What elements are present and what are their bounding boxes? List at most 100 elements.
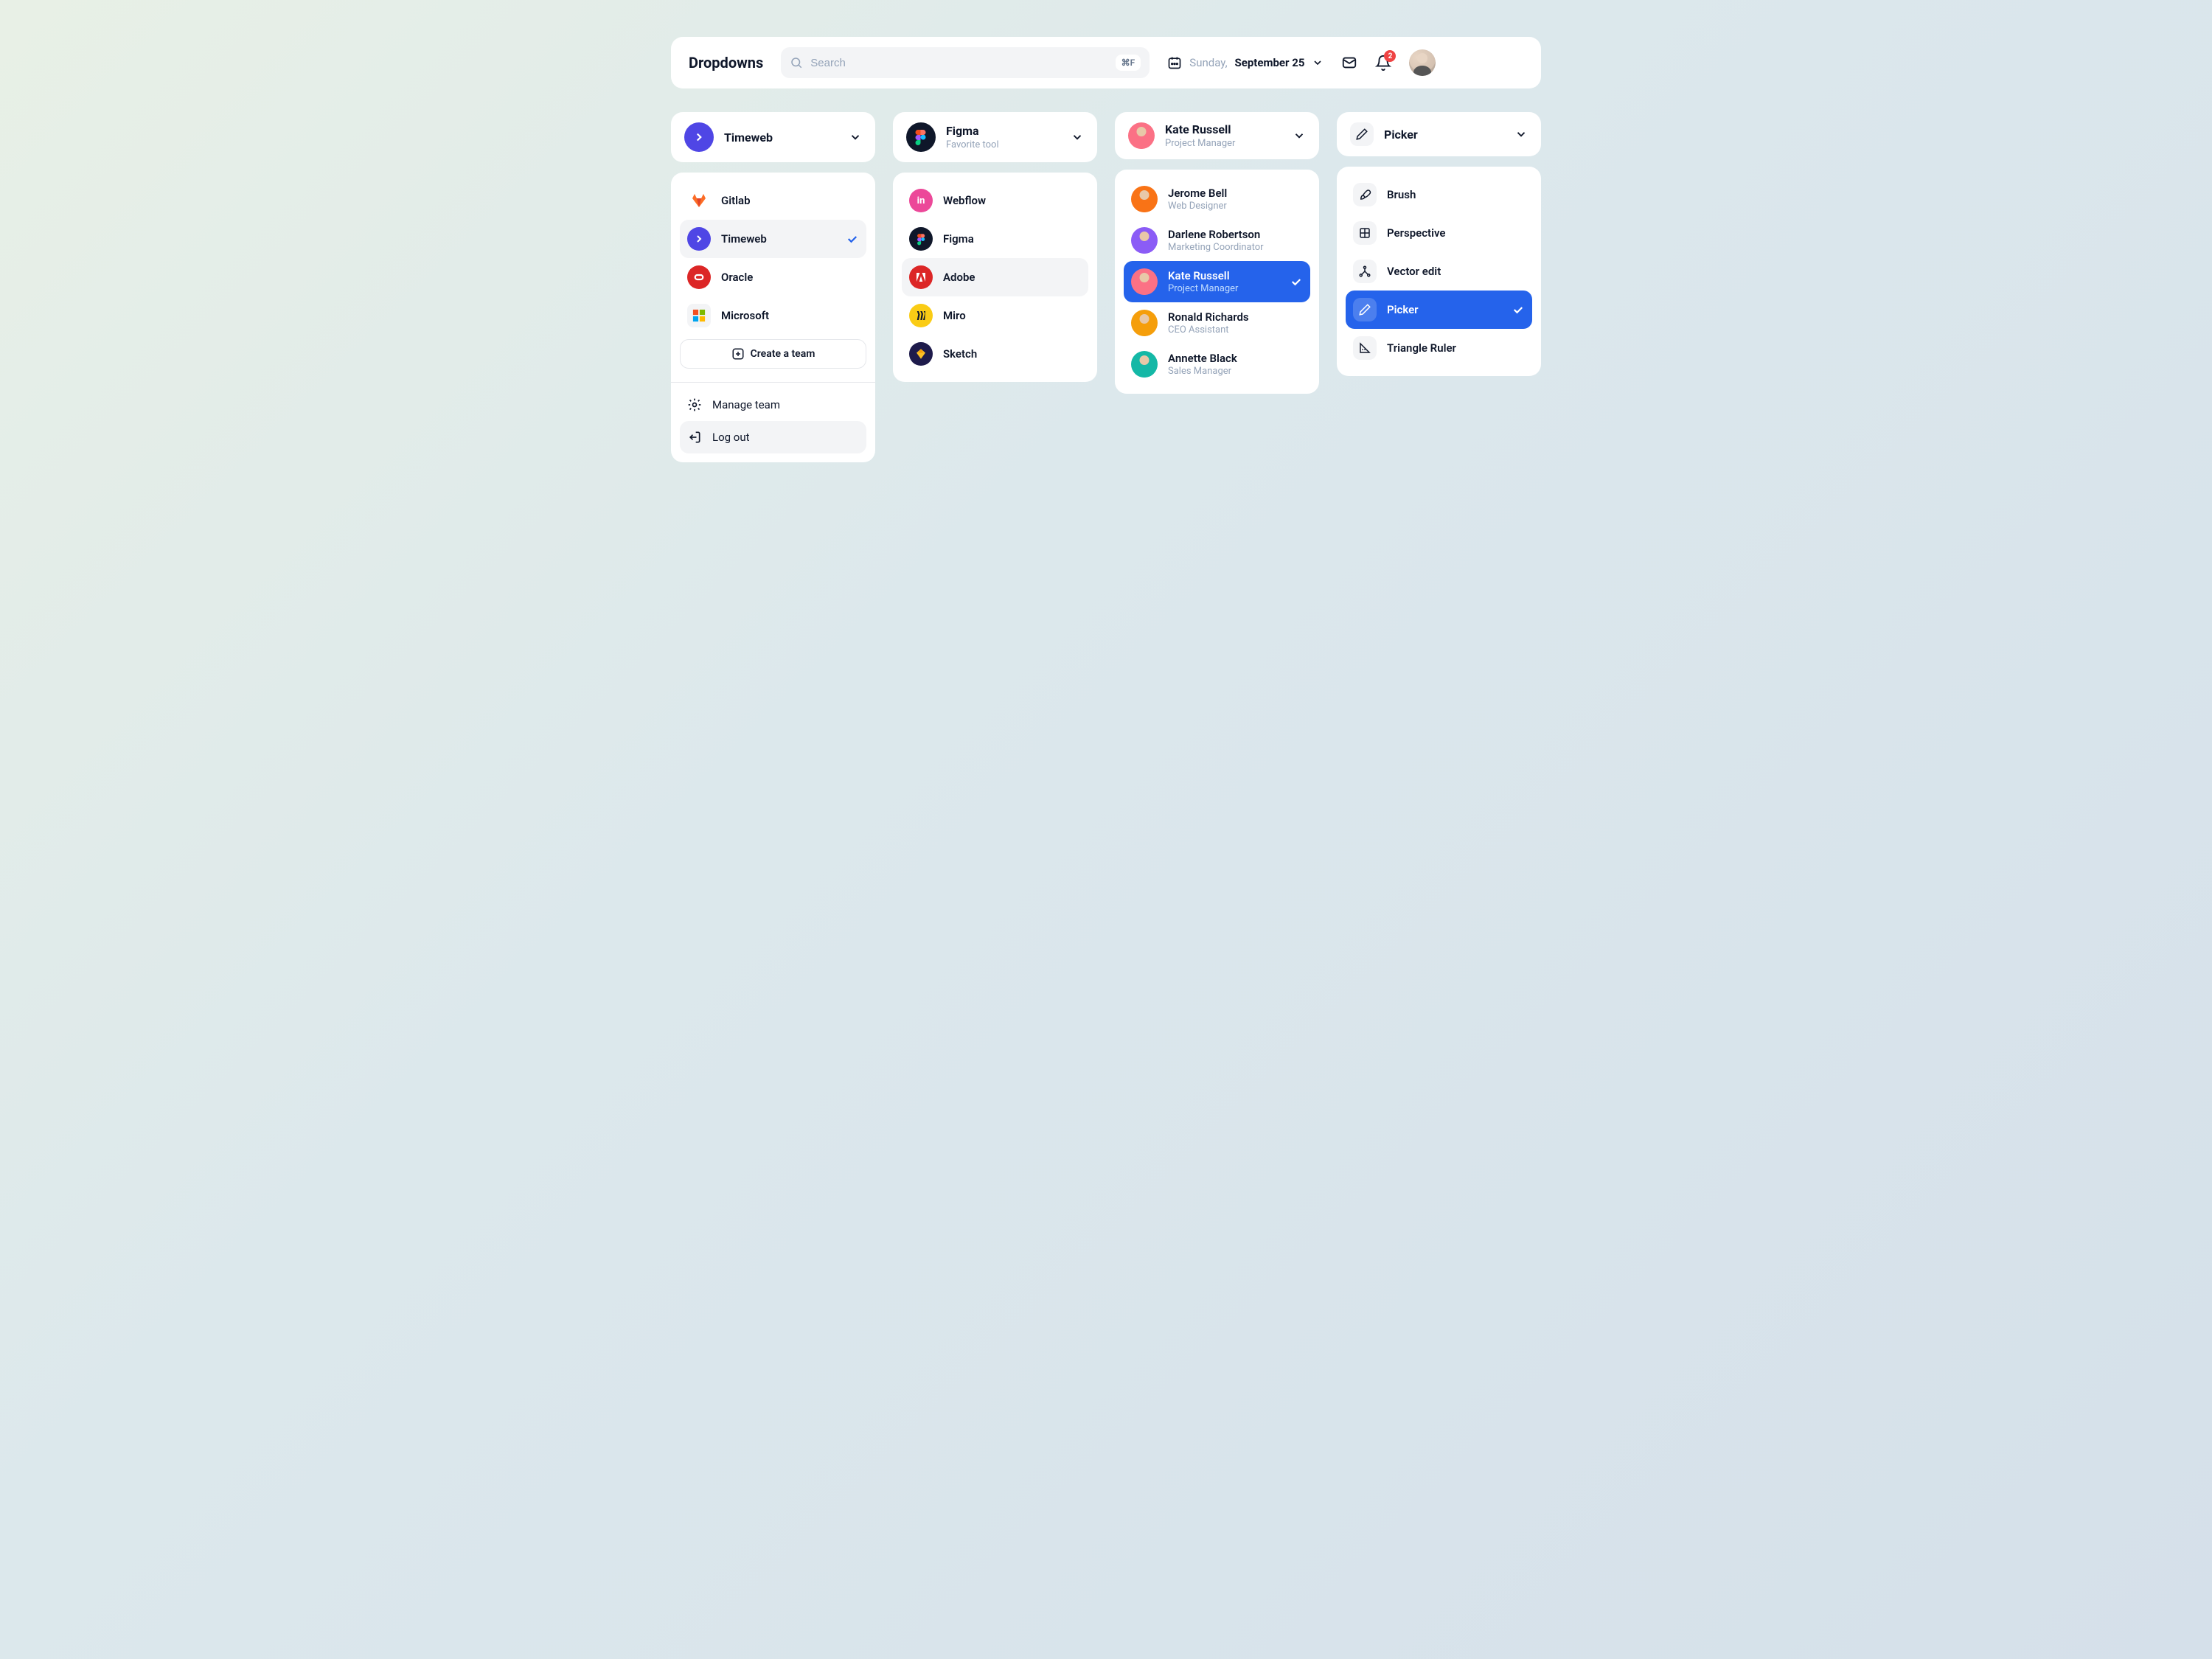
search-icon (790, 56, 803, 69)
timeweb-logo-icon (684, 122, 714, 152)
picker-item-triangle[interactable]: Triangle Ruler (1346, 329, 1532, 367)
check-icon (1512, 303, 1525, 316)
list-item-label: Microsoft (721, 309, 859, 322)
plus-icon (731, 347, 745, 361)
logout-label: Log out (712, 431, 750, 444)
person-name: Ronald Richards (1168, 310, 1303, 324)
search-shortcut: ⌘F (1116, 55, 1141, 71)
team-item-timeweb[interactable]: Timeweb (680, 220, 866, 258)
calendar-icon (1167, 55, 1182, 70)
list-item-label: Adobe (943, 271, 1081, 284)
team-trigger[interactable]: Timeweb (671, 112, 875, 162)
date-picker[interactable]: Sunday, September 25 (1167, 55, 1324, 70)
gitlab-logo-icon (687, 189, 711, 212)
oracle-logo-icon (687, 265, 711, 289)
person-role: Marketing Coordinator (1168, 242, 1303, 253)
person-item[interactable]: Ronald Richards CEO Assistant (1124, 302, 1310, 344)
person-trigger-sub: Project Manager (1165, 138, 1282, 149)
person-item[interactable]: Jerome Bell Web Designer (1124, 178, 1310, 220)
picker-item-brush[interactable]: Brush (1346, 175, 1532, 214)
brush-icon (1353, 183, 1377, 206)
tool-panel: in Webflow Figma Adobe (893, 173, 1097, 382)
figma-logo-icon (909, 227, 933, 251)
picker-panel: Brush Perspective Vector edit (1337, 167, 1541, 376)
search-input[interactable] (810, 57, 1107, 69)
tool-item-webflow[interactable]: in Webflow (902, 181, 1088, 220)
person-role: Sales Manager (1168, 366, 1303, 377)
notifications-button[interactable]: 2 (1375, 55, 1391, 71)
header-bar: Dropdowns ⌘F Sunday, September 25 2 (671, 37, 1541, 88)
tool-item-sketch[interactable]: Sketch (902, 335, 1088, 373)
microsoft-logo-icon (687, 304, 711, 327)
person-role: Project Manager (1168, 283, 1279, 294)
list-item-label: Picker (1387, 303, 1501, 316)
pen-icon (1353, 298, 1377, 321)
avatar (1131, 351, 1158, 378)
list-item-label: Oracle (721, 271, 859, 284)
tool-trigger-sub: Favorite tool (946, 139, 1060, 150)
logout-button[interactable]: Log out (680, 421, 866, 453)
perspective-icon (1353, 221, 1377, 245)
mail-icon (1341, 55, 1357, 71)
dropdown-tool: Figma Favorite tool in Webflow Figma (893, 112, 1097, 382)
divider (671, 382, 875, 383)
mail-button[interactable] (1341, 55, 1357, 71)
search-field[interactable]: ⌘F (781, 47, 1150, 78)
create-team-button[interactable]: Create a team (680, 339, 866, 369)
dropdown-team: Timeweb Gitlab Timeweb (671, 112, 875, 462)
person-name: Annette Black (1168, 352, 1303, 365)
avatar (1128, 122, 1155, 149)
list-item-label: Triangle Ruler (1387, 341, 1525, 355)
person-panel: Jerome Bell Web Designer Darlene Roberts… (1115, 170, 1319, 394)
dropdown-showcase: Timeweb Gitlab Timeweb (671, 112, 1541, 462)
person-item[interactable]: Annette Black Sales Manager (1124, 344, 1310, 385)
miro-logo-icon (909, 304, 933, 327)
person-role: CEO Assistant (1168, 324, 1303, 335)
user-avatar[interactable] (1409, 49, 1436, 76)
adobe-logo-icon (909, 265, 933, 289)
list-item-label: Webflow (943, 194, 1081, 207)
timeweb-logo-icon (687, 227, 711, 251)
page-title: Dropdowns (689, 54, 763, 72)
picker-item-perspective[interactable]: Perspective (1346, 214, 1532, 252)
figma-logo-icon (906, 122, 936, 152)
picker-item-vector[interactable]: Vector edit (1346, 252, 1532, 291)
tool-trigger[interactable]: Figma Favorite tool (893, 112, 1097, 162)
list-item-label: Miro (943, 309, 1081, 322)
chevron-down-icon (1514, 128, 1528, 141)
picker-trigger[interactable]: Picker (1337, 112, 1541, 156)
vector-edit-icon (1353, 260, 1377, 283)
team-item-oracle[interactable]: Oracle (680, 258, 866, 296)
picker-item-picker[interactable]: Picker (1346, 291, 1532, 329)
team-trigger-label: Timeweb (724, 131, 838, 145)
date-value: September 25 (1235, 56, 1305, 69)
notification-badge: 2 (1384, 50, 1396, 62)
list-item-label: Perspective (1387, 226, 1525, 240)
list-item-label: Vector edit (1387, 265, 1525, 278)
person-item[interactable]: Darlene Robertson Marketing Coordinator (1124, 220, 1310, 261)
logout-icon (687, 430, 702, 445)
person-name: Jerome Bell (1168, 187, 1303, 200)
list-item-label: Figma (943, 232, 1081, 246)
tool-item-miro[interactable]: Miro (902, 296, 1088, 335)
dropdown-picker: Picker Brush Perspective (1337, 112, 1541, 376)
team-item-gitlab[interactable]: Gitlab (680, 181, 866, 220)
person-item[interactable]: Kate Russell Project Manager (1124, 261, 1310, 302)
avatar (1131, 310, 1158, 336)
list-item-label: Brush (1387, 188, 1525, 201)
chevron-down-icon (1071, 131, 1084, 144)
dropdown-person: Kate Russell Project Manager Jerome Bell… (1115, 112, 1319, 394)
chevron-down-icon (849, 131, 862, 144)
manage-team-button[interactable]: Manage team (680, 389, 866, 421)
person-name: Darlene Robertson (1168, 228, 1303, 241)
manage-team-label: Manage team (712, 398, 780, 411)
tool-item-adobe[interactable]: Adobe (902, 258, 1088, 296)
team-item-microsoft[interactable]: Microsoft (680, 296, 866, 335)
create-team-label: Create a team (751, 348, 815, 360)
person-trigger[interactable]: Kate Russell Project Manager (1115, 112, 1319, 159)
tool-item-figma[interactable]: Figma (902, 220, 1088, 258)
list-item-label: Gitlab (721, 194, 859, 207)
list-item-label: Sketch (943, 347, 1081, 361)
check-icon (846, 232, 859, 246)
chevron-down-icon (1293, 129, 1306, 142)
